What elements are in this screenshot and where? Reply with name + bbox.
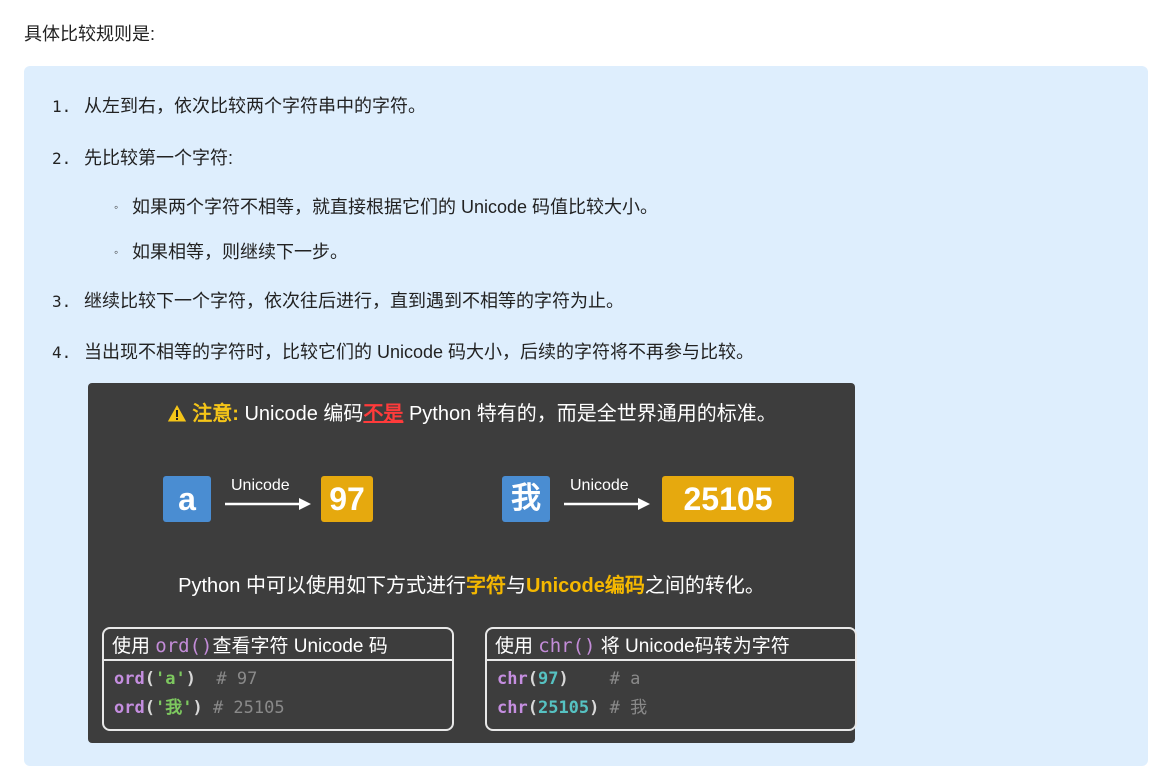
unicode-illustration: 注意: Unicode 编码不是 Python 特有的，而是全世界通用的标准。 … (88, 383, 857, 743)
rule-text: 继续比较下一个字符，依次往后进行，直到遇到不相等的字符为止。 (84, 291, 624, 311)
divider (104, 659, 452, 661)
rule-item-2: 2. 先比较第一个字符: (52, 144, 233, 170)
rule-number: 4. (52, 343, 72, 362)
ord-code-box: 使用 ord()查看字符 Unicode 码 ord('a') # 97 ord… (102, 627, 454, 731)
note-text-pre: Unicode 编码 (238, 403, 364, 425)
rule-item-1: 1. 从左到右，依次比较两个字符串中的字符。 (52, 92, 426, 118)
code-line: ord('a') # 97 (114, 669, 258, 689)
highlight-unicode: Unicode编码 (525, 575, 645, 597)
note-label: 注意: (192, 403, 239, 425)
rule-number: 3. (52, 292, 72, 311)
rule-item-4: 4. 当出现不相等的字符时，比较它们的 Unicode 码大小，后续的字符将不再参… (52, 338, 754, 364)
title-text: 使用 (112, 636, 156, 657)
rule-number: 1. (52, 97, 72, 116)
arrow-label: Unicode (231, 477, 290, 494)
code-box-25105: 25105 (662, 476, 794, 522)
caption-text: Python 中可以使用如下方式进行 (178, 575, 466, 597)
char-box-a: a (163, 476, 211, 522)
code-line: chr(25105) # 我 (497, 698, 648, 718)
rule-text: 先比较第一个字符: (84, 148, 234, 168)
subrule-item-2: ◦ 如果相等，则继续下一步。 (114, 238, 348, 264)
caption-text: 与 (505, 575, 526, 597)
section-heading: 具体比较规则是: (24, 24, 156, 44)
divider (487, 659, 855, 661)
title-text: 使用 (495, 636, 539, 657)
code-line: ord('我') # 25105 (114, 698, 285, 718)
bullet-icon: ◦ (114, 245, 119, 259)
rule-text: 当出现不相等的字符时，比较它们的 Unicode 码大小，后续的字符将不再参与比… (84, 342, 755, 362)
note-line: 注意: Unicode 编码不是 Python 特有的，而是全世界通用的标准。 (88, 397, 855, 426)
caption-text: 之间的转化。 (644, 575, 765, 597)
warning-icon (166, 403, 189, 423)
char-box-wo: 我 (502, 476, 550, 522)
function-name: chr() (538, 635, 596, 657)
rule-number: 2. (52, 149, 72, 168)
code-box-title: 使用 chr() 将 Unicode码转为字符 (495, 631, 790, 658)
function-name: ord() (155, 635, 213, 657)
code-box-97: 97 (321, 476, 373, 522)
chr-code-box: 使用 chr() 将 Unicode码转为字符 chr(97) # a chr(… (485, 627, 857, 731)
highlight-char: 字符 (465, 575, 506, 597)
title-text: 将 Unicode码转为字符 (595, 636, 790, 657)
note-negation: 不是 (363, 403, 404, 425)
arrow-label: Unicode (570, 477, 629, 494)
rule-text: 从左到右，依次比较两个字符串中的字符。 (84, 96, 426, 116)
subrule-item-1: ◦ 如果两个字符不相等，就直接根据它们的 Unicode 码值比较大小。 (114, 193, 658, 219)
subrule-text: 如果两个字符不相等，就直接根据它们的 Unicode 码值比较大小。 (132, 197, 659, 217)
rule-item-3: 3. 继续比较下一个字符，依次往后进行，直到遇到不相等的字符为止。 (52, 287, 624, 313)
code-line: chr(97) # a (497, 669, 641, 689)
subrule-text: 如果相等，则继续下一步。 (132, 242, 348, 262)
note-text-post: Python 特有的，而是全世界通用的标准。 (403, 403, 777, 425)
bullet-icon: ◦ (114, 200, 119, 214)
arrow-right-icon (564, 498, 650, 510)
title-text: 查看字符 Unicode 码 (212, 636, 388, 657)
code-box-title: 使用 ord()查看字符 Unicode 码 (112, 631, 388, 658)
arrow-right-icon (225, 498, 311, 510)
conversion-caption: Python 中可以使用如下方式进行字符与Unicode编码之间的转化。 (88, 569, 855, 598)
